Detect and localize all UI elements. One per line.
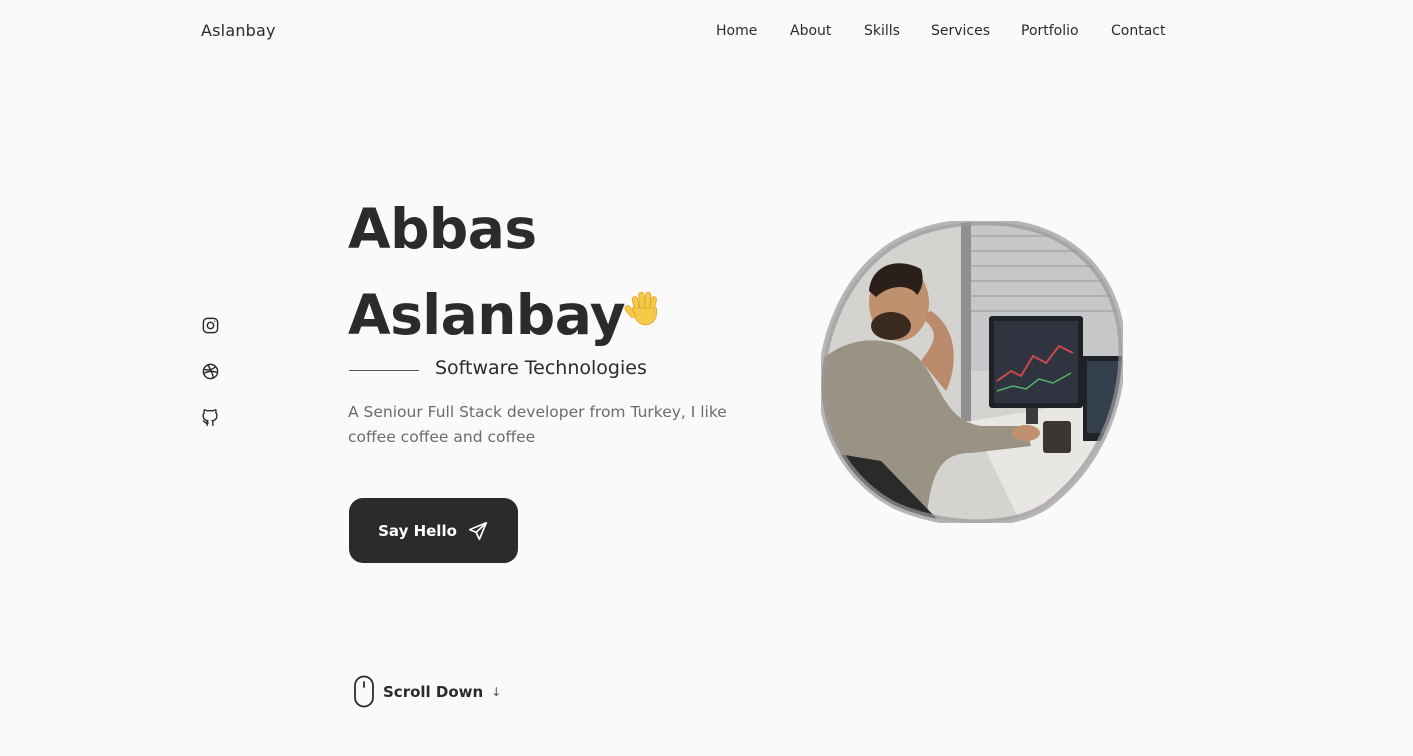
nav-about[interactable]: About (790, 23, 831, 39)
instagram-icon (202, 317, 219, 334)
send-icon (468, 521, 487, 540)
nav-portfolio[interactable]: Portfolio (1021, 23, 1079, 39)
arrow-down-icon: ↓ (491, 684, 502, 699)
waving-hand-icon (624, 291, 657, 326)
scroll-down-label: Scroll Down (383, 682, 484, 701)
subtitle-divider (349, 370, 419, 371)
github-link[interactable] (201, 408, 221, 428)
profile-blob (821, 221, 1123, 523)
mouse-icon (354, 675, 374, 708)
hero-description: A Seniour Full Stack developer from Turk… (348, 403, 727, 446)
header: Aslanbay Home About Skills Services Port… (0, 0, 1413, 64)
scroll-down-link[interactable]: Scroll Down ↓ (353, 675, 501, 708)
github-icon (202, 409, 218, 427)
nav-home[interactable]: Home (716, 23, 757, 39)
say-hello-label: Say Hello (378, 521, 457, 540)
hero-subtitle: Software Technologies (435, 357, 647, 379)
nav-skills[interactable]: Skills (864, 23, 900, 39)
profile-image (821, 221, 1123, 523)
dribbble-link[interactable] (201, 362, 221, 382)
main-nav: Home About Skills Services Portfolio Con… (0, 23, 1413, 43)
nav-contact[interactable]: Contact (1111, 23, 1165, 39)
say-hello-button[interactable]: Say Hello (349, 498, 518, 563)
hero-title: Abbas Aslanbay (348, 186, 728, 358)
hero-last-name: Aslanbay (348, 283, 626, 347)
instagram-link[interactable] (201, 316, 221, 336)
hero-first-name: Abbas (348, 197, 537, 261)
dribbble-icon (202, 363, 219, 380)
nav-services[interactable]: Services (931, 23, 990, 39)
